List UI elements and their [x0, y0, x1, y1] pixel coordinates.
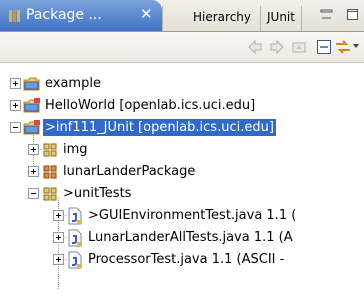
tree-item-label: >inf111_JUnit [openlab.ics.uci.edu]	[42, 118, 277, 137]
tab-package-explorer-label: Package ...	[26, 7, 102, 23]
tree-item-unittests[interactable]: >unitTests	[0, 183, 364, 205]
java-file-icon	[68, 207, 82, 225]
tree-item-label: >GUIEnvironmentTest.java 1.1 (	[88, 208, 297, 223]
java-file-icon	[68, 229, 82, 247]
tree-item-inf111-junit[interactable]: >inf111_JUnit [openlab.ics.uci.edu]	[0, 117, 364, 139]
tree-item-example[interactable]: example	[0, 73, 364, 95]
expand-toggle[interactable]	[53, 254, 64, 265]
expand-toggle[interactable]	[10, 100, 21, 111]
tree-item-label: example	[45, 76, 101, 91]
cvs-project-icon	[23, 98, 40, 113]
tree-item-label: img	[63, 142, 88, 157]
view-menu-icon[interactable]	[352, 38, 364, 56]
tree-item-label: lunarLanderPackage	[63, 164, 196, 179]
tab-hierarchy-label: Hierarchy	[193, 10, 252, 24]
tree-item-label: ProcessorTest.java 1.1 (ASCII -	[88, 252, 285, 267]
forward-arrow-icon[interactable]	[268, 38, 286, 56]
expand-toggle[interactable]	[53, 210, 64, 221]
expand-toggle[interactable]	[10, 78, 21, 89]
cvs-project-icon	[23, 120, 40, 135]
expand-toggle[interactable]	[53, 232, 64, 243]
maximize-icon[interactable]	[346, 8, 359, 21]
package-icon	[43, 165, 57, 179]
tree-item-guienvironmenttest[interactable]: >GUIEnvironmentTest.java 1.1 (	[0, 205, 364, 227]
project-folder-icon	[23, 77, 40, 91]
package-tree: example HelloWorld [openlab.ics.uci.edu]…	[0, 62, 364, 299]
tab-hierarchy[interactable]: Hierarchy	[162, 6, 260, 31]
tab-package-explorer[interactable]: Package ... ✕	[0, 0, 162, 31]
tree-item-img[interactable]: img	[0, 139, 364, 161]
tree-item-lunarlanderpackage[interactable]: lunarLanderPackage	[0, 161, 364, 183]
view-tab-bar: Package ... ✕ Hierarchy JUnit	[0, 0, 364, 32]
close-icon[interactable]: ✕	[140, 5, 153, 23]
java-file-icon	[68, 251, 82, 269]
tree-item-label: LunarLanderAllTests.java 1.1 (A	[88, 230, 293, 245]
tree-item-helloworld[interactable]: HelloWorld [openlab.ics.uci.edu]	[0, 95, 364, 117]
collapse-toggle[interactable]	[10, 122, 21, 133]
link-with-editor-icon[interactable]	[334, 38, 352, 56]
package-explorer-icon	[9, 10, 20, 22]
expand-toggle[interactable]	[28, 166, 39, 177]
minimize-icon[interactable]	[320, 8, 333, 21]
tree-item-processortest[interactable]: ProcessorTest.java 1.1 (ASCII -	[0, 249, 364, 271]
tree-item-lunarlanderalltests[interactable]: LunarLanderAllTests.java 1.1 (A	[0, 227, 364, 249]
up-folder-icon[interactable]	[290, 38, 308, 56]
collapse-all-icon[interactable]	[315, 38, 333, 56]
back-arrow-icon[interactable]	[246, 38, 264, 56]
package-icon	[43, 143, 57, 157]
expand-toggle[interactable]	[28, 144, 39, 155]
tab-junit-label: JUnit	[267, 10, 295, 24]
tab-junit[interactable]: JUnit	[260, 6, 302, 31]
collapse-toggle[interactable]	[28, 188, 39, 199]
view-toolbar	[0, 32, 364, 63]
tree-item-label: >unitTests	[63, 186, 132, 201]
tree-item-label: HelloWorld [openlab.ics.uci.edu]	[45, 98, 256, 113]
package-icon	[43, 187, 57, 201]
